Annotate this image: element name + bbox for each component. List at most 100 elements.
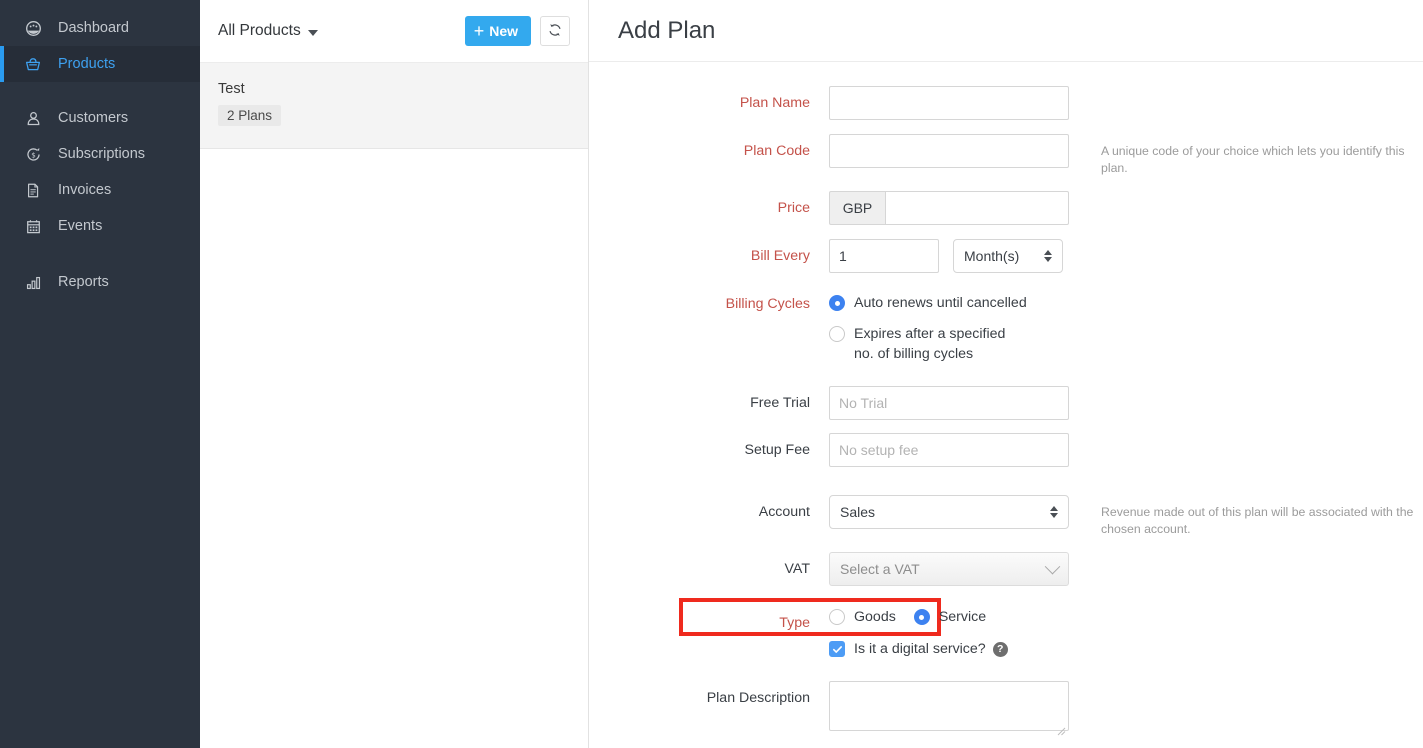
spinner-arrows-icon xyxy=(1044,250,1052,262)
sidebar-item-label: Products xyxy=(58,56,115,72)
field-row-plan-name: Plan Name xyxy=(589,86,1423,120)
plan-description-label: Plan Description xyxy=(589,681,829,715)
radio-goods-label: Goods xyxy=(854,609,896,625)
free-trial-control xyxy=(829,386,1069,420)
app-root: Dashboard Products Customers xyxy=(0,0,1423,748)
account-select-value: Sales xyxy=(840,504,1042,520)
user-icon xyxy=(22,107,44,129)
sidebar-item-label: Reports xyxy=(58,274,109,290)
field-row-vat: VAT Select a VAT xyxy=(589,552,1423,586)
radio-expires-after-label-line2: no. of billing cycles xyxy=(854,344,1005,364)
sidebar-item-label: Customers xyxy=(58,110,128,126)
type-label: Type xyxy=(589,598,829,638)
bill-every-period-value: Month(s) xyxy=(964,248,1036,264)
field-row-type: Type Goods Service Is i xyxy=(589,598,1423,657)
new-button[interactable]: + New xyxy=(465,16,531,46)
sidebar-item-customers[interactable]: Customers xyxy=(0,100,200,136)
products-toolbar: All Products + New xyxy=(200,0,588,63)
account-select[interactable]: Sales xyxy=(829,495,1069,529)
plan-description-textarea[interactable] xyxy=(829,681,1069,731)
bill-every-period-select[interactable]: Month(s) xyxy=(953,239,1063,273)
field-row-setup-fee: Setup Fee xyxy=(589,433,1423,467)
plan-name-label: Plan Name xyxy=(589,86,829,120)
field-row-plan-code: Plan Code A unique code of your choice w… xyxy=(589,134,1423,177)
account-control: Sales xyxy=(829,495,1069,529)
document-icon xyxy=(22,179,44,201)
plan-description-control xyxy=(829,681,1069,736)
vat-select-value: Select a VAT xyxy=(840,561,1047,577)
radio-goods[interactable] xyxy=(829,609,845,625)
radio-service-label: Service xyxy=(939,609,986,625)
field-row-plan-description: Plan Description xyxy=(589,681,1423,736)
price-currency-addon: GBP xyxy=(829,191,885,225)
sidebar-spacer-2 xyxy=(0,244,200,264)
recurring-dollar-icon: $ xyxy=(22,143,44,165)
radio-auto-renews-label: Auto renews until cancelled xyxy=(854,295,1027,311)
bill-every-input[interactable] xyxy=(829,239,939,273)
form-body: Plan Name Plan Code A unique code of you… xyxy=(589,62,1423,736)
digital-service-label: Is it a digital service? xyxy=(854,641,986,657)
billing-cycles-option-expires[interactable]: Expires after a specified no. of billing… xyxy=(829,324,1027,364)
free-trial-label: Free Trial xyxy=(589,386,829,420)
sidebar-item-reports[interactable]: Reports xyxy=(0,264,200,300)
digital-service-row: Is it a digital service? ? xyxy=(829,641,1008,657)
radio-service[interactable] xyxy=(914,609,930,625)
spinner-arrows-icon xyxy=(1050,506,1058,518)
new-button-label: New xyxy=(489,23,518,39)
vat-select[interactable]: Select a VAT xyxy=(829,552,1069,586)
product-name: Test xyxy=(218,81,570,97)
plan-name-control xyxy=(829,86,1069,120)
vat-control: Select a VAT xyxy=(829,552,1069,586)
setup-fee-label: Setup Fee xyxy=(589,433,829,467)
sidebar-item-dashboard[interactable]: Dashboard xyxy=(0,10,200,46)
billing-cycles-option-auto[interactable]: Auto renews until cancelled xyxy=(829,295,1027,311)
products-toolbar-actions: + New xyxy=(465,16,570,46)
bar-chart-icon xyxy=(22,271,44,293)
sidebar-item-label: Subscriptions xyxy=(58,146,145,162)
setup-fee-input[interactable] xyxy=(829,433,1069,467)
free-trial-input[interactable] xyxy=(829,386,1069,420)
plan-name-input[interactable] xyxy=(829,86,1069,120)
billing-cycles-label: Billing Cycles xyxy=(589,287,829,321)
plus-icon: + xyxy=(474,22,485,40)
chevron-down-icon xyxy=(308,30,318,36)
account-label: Account xyxy=(589,495,829,529)
billing-cycles-control: Auto renews until cancelled Expires afte… xyxy=(829,287,1027,364)
sidebar-item-products[interactable]: Products xyxy=(0,46,200,82)
setup-fee-control xyxy=(829,433,1069,467)
sidebar-item-events[interactable]: Events xyxy=(0,208,200,244)
plan-code-label: Plan Code xyxy=(589,134,829,168)
all-products-label: All Products xyxy=(218,22,301,40)
digital-service-checkbox[interactable] xyxy=(829,641,845,657)
form-header: Add Plan xyxy=(589,0,1423,62)
page-title: Add Plan xyxy=(618,17,715,45)
plan-description-wrap xyxy=(829,681,1069,736)
bill-every-label: Bill Every xyxy=(589,239,829,273)
price-label: Price xyxy=(589,191,829,225)
vat-label: VAT xyxy=(589,552,829,586)
dashboard-gauge-icon xyxy=(22,17,44,39)
field-row-price: Price GBP xyxy=(589,191,1423,225)
sidebar: Dashboard Products Customers xyxy=(0,0,200,748)
radio-auto-renews[interactable] xyxy=(829,295,845,311)
sidebar-item-subscriptions[interactable]: $ Subscriptions xyxy=(0,136,200,172)
radio-expires-after-label-line1: Expires after a specified xyxy=(854,324,1005,344)
product-list-item[interactable]: Test 2 Plans xyxy=(200,63,588,149)
refresh-button[interactable] xyxy=(540,16,570,46)
field-row-billing-cycles: Billing Cycles Auto renews until cancell… xyxy=(589,287,1423,364)
svg-text:$: $ xyxy=(31,150,36,159)
type-control: Goods Service Is it a digital service? ? xyxy=(829,598,1008,657)
price-input[interactable] xyxy=(885,191,1069,225)
calendar-icon xyxy=(22,215,44,237)
basket-icon xyxy=(22,53,44,75)
chevron-down-icon xyxy=(1045,558,1061,574)
price-control: GBP xyxy=(829,191,1069,225)
help-circle-icon[interactable]: ? xyxy=(993,642,1008,657)
field-row-free-trial: Free Trial xyxy=(589,386,1423,420)
radio-expires-after[interactable] xyxy=(829,326,845,342)
all-products-dropdown[interactable]: All Products xyxy=(218,22,318,40)
sidebar-spacer xyxy=(0,82,200,100)
sidebar-item-invoices[interactable]: Invoices xyxy=(0,172,200,208)
plan-code-input[interactable] xyxy=(829,134,1069,168)
plan-code-control xyxy=(829,134,1069,168)
